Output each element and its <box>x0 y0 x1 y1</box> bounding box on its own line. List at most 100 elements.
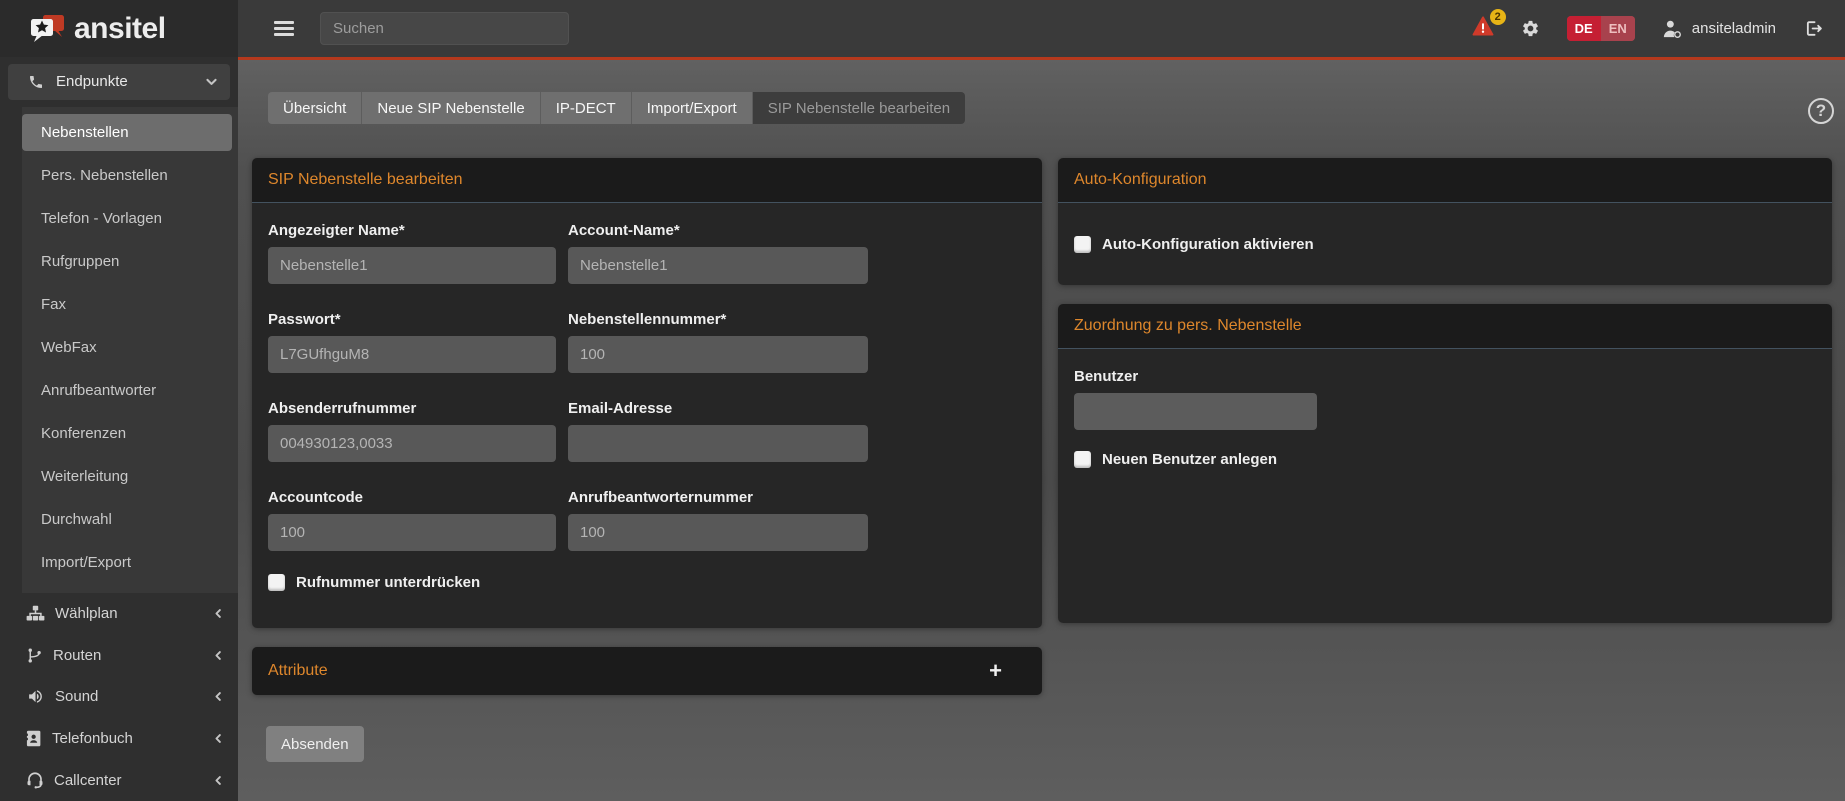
search-input[interactable] <box>320 12 569 45</box>
language-en-button[interactable]: EN <box>1601 16 1635 41</box>
field-absenderrufnummer: Absenderrufnummer <box>268 400 556 462</box>
sidebar-item-label: Fax <box>41 296 66 313</box>
language-switch: DE EN <box>1567 16 1635 41</box>
field-angezeigter-name: Angezeigter Name* <box>268 222 556 284</box>
passwort-input[interactable] <box>268 336 556 373</box>
tab-ip-dect[interactable]: IP-DECT <box>540 92 631 124</box>
topbar: 2 DE EN ansiteladmin <box>238 0 1845 57</box>
field-passwort: Passwort* <box>268 311 556 373</box>
left-column: SIP Nebenstelle bearbeiten Angezeigter N… <box>252 158 1042 762</box>
sidebar-item-callcenter[interactable]: Callcenter <box>0 759 238 801</box>
zuordnung-body: Benutzer Neuen Benutzer anlegen <box>1058 349 1832 623</box>
headset-icon <box>26 771 44 789</box>
neuen-benutzer-checkbox[interactable] <box>1074 451 1091 468</box>
sidebar-item-label: Weiterleitung <box>41 468 128 485</box>
sidebar-item-sound[interactable]: Sound <box>0 676 238 718</box>
nebenstellennummer-input[interactable] <box>568 336 868 373</box>
right-column: Auto-Konfiguration Auto-Konfiguration ak… <box>1058 158 1832 623</box>
alerts-button[interactable]: 2 <box>1472 16 1494 41</box>
menu-toggle-icon[interactable] <box>274 18 294 39</box>
sidebar-section-endpunkte[interactable]: Endpunkte <box>8 64 230 100</box>
field-accountcode: Accountcode <box>268 489 556 551</box>
chevron-down-icon <box>205 75 218 88</box>
language-de-button[interactable]: DE <box>1567 16 1601 41</box>
field-email-adresse: Email-Adresse <box>568 400 868 462</box>
logout-icon[interactable] <box>1803 19 1823 38</box>
absenderrufnummer-input[interactable] <box>268 425 556 462</box>
sidebar-item-konferenzen[interactable]: Konferenzen <box>22 415 232 452</box>
auto-konfiguration-body: Auto-Konfiguration aktivieren <box>1058 203 1832 285</box>
sidebar-item-label: Nebenstellen <box>41 124 129 141</box>
sidebar: ansitel Endpunkte Nebenstellen Pers. Neb… <box>0 0 238 801</box>
checkbox-label: Rufnummer unterdrücken <box>296 574 480 591</box>
tab-sip-nebenstelle-bearbeiten[interactable]: SIP Nebenstelle bearbeiten <box>752 92 965 124</box>
volume-icon <box>26 688 45 705</box>
email-adresse-input[interactable] <box>568 425 868 462</box>
sidebar-item-import-export[interactable]: Import/Export <box>22 544 232 581</box>
tab-label: Import/Export <box>647 100 737 117</box>
field-nebenstellennummer: Nebenstellennummer* <box>568 311 868 373</box>
anrufbeantworternummer-input[interactable] <box>568 514 868 551</box>
sidebar-item-weiterleitung[interactable]: Weiterleitung <box>22 458 232 495</box>
sidebar-item-rufgruppen[interactable]: Rufgruppen <box>22 243 232 280</box>
sidebar-item-nebenstellen[interactable]: Nebenstellen <box>22 114 232 151</box>
chevron-left-icon <box>213 774 224 787</box>
help-icon[interactable]: ? <box>1808 98 1834 124</box>
panel-title: SIP Nebenstelle bearbeiten <box>268 171 463 189</box>
checkbox-label: Auto-Konfiguration aktivieren <box>1102 236 1314 253</box>
sidebar-item-label: Wählplan <box>55 605 213 622</box>
sidebar-item-waehlplan[interactable]: Wählplan <box>0 593 238 635</box>
settings-gear-icon[interactable] <box>1521 19 1540 38</box>
sidebar-item-pers-nebenstellen[interactable]: Pers. Nebenstellen <box>22 157 232 194</box>
sidebar-item-routen[interactable]: Routen <box>0 634 238 676</box>
sidebar-item-durchwahl[interactable]: Durchwahl <box>22 501 232 538</box>
checkbox-label: Neuen Benutzer anlegen <box>1102 451 1277 468</box>
submit-button[interactable]: Absenden <box>266 726 364 762</box>
phone-icon <box>28 74 44 90</box>
field-label: Anrufbeantworternummer <box>568 489 868 506</box>
field-label: Angezeigter Name* <box>268 222 556 239</box>
sidebar-item-telefonbuch[interactable]: Telefonbuch <box>0 718 238 760</box>
user-menu[interactable]: ansiteladmin <box>1662 19 1776 38</box>
tab-neue-sip-nebenstelle[interactable]: Neue SIP Nebenstelle <box>361 92 539 124</box>
tab-label: Übersicht <box>283 100 346 117</box>
sidebar-item-label: Rufgruppen <box>41 253 119 270</box>
zuordnung-panel: Zuordnung zu pers. Nebenstelle Benutzer … <box>1058 304 1832 623</box>
sidebar-item-label: Telefonbuch <box>52 730 213 747</box>
username-label: ansiteladmin <box>1692 20 1776 37</box>
auto-konfiguration-checkbox[interactable] <box>1074 236 1091 253</box>
sidebar-item-label: Pers. Nebenstellen <box>41 167 168 184</box>
sidebar-item-fax[interactable]: Fax <box>22 286 232 323</box>
user-icon <box>1662 19 1683 38</box>
sip-edit-panel-header: SIP Nebenstelle bearbeiten <box>252 158 1042 203</box>
sidebar-section-label: Endpunkte <box>56 73 205 90</box>
sidebar-item-label: Routen <box>53 647 213 664</box>
tab-import-export[interactable]: Import/Export <box>631 92 752 124</box>
sidebar-item-telefon-vorlagen[interactable]: Telefon - Vorlagen <box>22 200 232 237</box>
sip-edit-panel: SIP Nebenstelle bearbeiten Angezeigter N… <box>252 158 1042 628</box>
sidebar-item-label: Sound <box>55 688 213 705</box>
sitemap-icon <box>26 605 45 622</box>
accountcode-input[interactable] <box>268 514 556 551</box>
address-book-icon <box>26 730 42 747</box>
sidebar-item-webfax[interactable]: WebFax <box>22 329 232 366</box>
benutzer-label: Benutzer <box>1074 368 1816 385</box>
account-name-input[interactable] <box>568 247 868 284</box>
rufnummer-unterdruecken-checkbox[interactable] <box>268 574 285 591</box>
field-anrufbeantworternummer: Anrufbeantworternummer <box>568 489 868 551</box>
field-label: Account-Name* <box>568 222 868 239</box>
logo[interactable]: ansitel <box>0 0 238 57</box>
add-attribute-icon[interactable]: + <box>989 660 1002 682</box>
benutzer-input[interactable] <box>1074 393 1317 430</box>
topbar-actions: 2 DE EN ansiteladmin <box>1472 16 1823 41</box>
content: Übersicht Neue SIP Nebenstelle IP-DECT I… <box>238 60 1845 801</box>
attribute-panel-header[interactable]: Attribute + <box>252 647 1042 695</box>
sidebar-item-label: Callcenter <box>54 772 213 789</box>
ansitel-logo-icon <box>30 14 66 44</box>
sidebar-item-anrufbeantworter[interactable]: Anrufbeantworter <box>22 372 232 409</box>
tab-label: SIP Nebenstelle bearbeiten <box>768 100 950 117</box>
angezeigter-name-input[interactable] <box>268 247 556 284</box>
tab-uebersicht[interactable]: Übersicht <box>268 92 361 124</box>
sidebar-item-label: Konferenzen <box>41 425 126 442</box>
tab-bar: Übersicht Neue SIP Nebenstelle IP-DECT I… <box>268 92 965 124</box>
